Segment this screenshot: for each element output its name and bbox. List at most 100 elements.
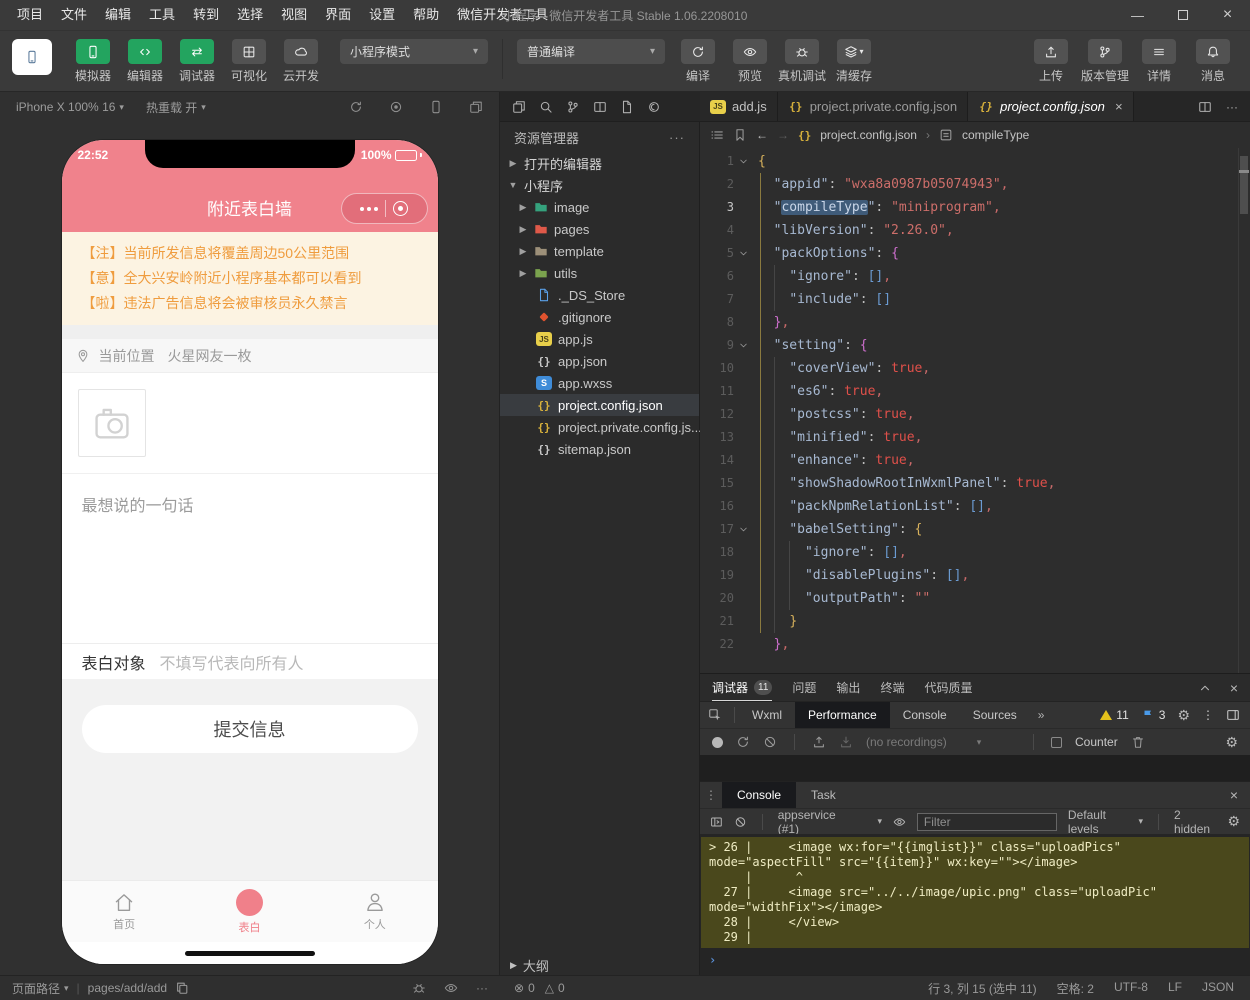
info-counter[interactable]: 3 <box>1141 708 1166 722</box>
tree-file-app.wxss[interactable]: Sapp.wxss <box>500 372 699 394</box>
target-row[interactable]: 表白对象 不填写代表向所有人 <box>62 643 438 679</box>
load-profile-icon[interactable] <box>812 735 826 749</box>
hot-reload-toggle[interactable]: 热重载 开▾ <box>146 99 206 116</box>
clear-console-icon[interactable] <box>734 815 747 829</box>
levels-dropdown[interactable]: Default levels▾ <box>1068 808 1143 836</box>
toolbar-button[interactable]: 编辑器 <box>120 39 170 84</box>
toolbar-button[interactable]: 可视化 <box>224 39 274 84</box>
tree-file-app.js[interactable]: JSapp.js <box>500 328 699 350</box>
debugger-tab-代码质量[interactable]: 代码质量 <box>924 674 972 701</box>
statusbar-item-2[interactable]: UTF-8 <box>1114 980 1148 997</box>
recordings-dropdown[interactable]: (no recordings)▾ <box>866 735 1016 749</box>
debugger-tab-终端[interactable]: 终端 <box>880 674 904 701</box>
devtools-tab-Console[interactable]: Console <box>890 702 960 728</box>
statusbar-item-0[interactable]: 行 3, 列 15 (选中 11) <box>928 980 1036 997</box>
toolbar-right-action[interactable]: 消息 <box>1188 39 1238 84</box>
copy-path-icon[interactable] <box>175 981 189 995</box>
record-button[interactable] <box>712 737 723 748</box>
menu-item-5[interactable]: 选择 <box>228 0 272 30</box>
phone-tab-表白[interactable]: 表白 <box>187 881 312 942</box>
menu-item-7[interactable]: 界面 <box>316 0 360 30</box>
tree-file-sitemap.json[interactable]: {}sitemap.json <box>500 438 699 460</box>
toolbar-right-action[interactable]: 详情 <box>1134 39 1184 84</box>
devtools-settings-icon[interactable]: ⚙ <box>1177 707 1190 724</box>
editor-tab-add.js[interactable]: JSadd.js <box>700 92 778 121</box>
tree-folder-utils[interactable]: ▶utils <box>500 262 699 284</box>
reload-icon[interactable] <box>736 735 750 749</box>
console-prompt-icon[interactable]: › <box>700 948 1250 973</box>
toolbar-action[interactable]: 真机调试 <box>777 39 827 84</box>
inspect-element-icon[interactable] <box>700 708 730 722</box>
code-line-18[interactable]: 18 "ignore": [], <box>700 541 1250 564</box>
more-icon[interactable]: ··· <box>476 981 488 995</box>
code-line-7[interactable]: 7 "include": [] <box>700 288 1250 311</box>
code-line-13[interactable]: 13 "minified": true, <box>700 426 1250 449</box>
rotate-icon[interactable] <box>349 100 363 114</box>
eye-icon[interactable] <box>444 981 458 995</box>
toolbar-button[interactable]: 调试器 <box>172 39 222 84</box>
code-line-9[interactable]: 9 "setting": { <box>700 334 1250 357</box>
source-control-icon[interactable] <box>566 100 580 114</box>
code-line-2[interactable]: 2 "appid": "wxa8a0987b05074943", <box>700 173 1250 196</box>
trash-icon[interactable] <box>1131 735 1145 749</box>
console-sidebar-icon[interactable] <box>710 815 723 829</box>
submit-button[interactable]: 提交信息 <box>82 705 418 753</box>
location-row[interactable]: 当前位置 火星网友一枚 <box>62 339 438 373</box>
code-line-14[interactable]: 14 "enhance": true, <box>700 449 1250 472</box>
tree-file-project.private.config.js...[interactable]: {}project.private.config.js... <box>500 416 699 438</box>
search-icon[interactable] <box>539 100 553 114</box>
more-dots-icon[interactable] <box>360 207 378 211</box>
drawer-menu-icon[interactable]: ⋮ <box>700 788 722 802</box>
code-line-6[interactable]: 6 "ignore": [], <box>700 265 1250 288</box>
phone-frame-icon[interactable] <box>429 100 443 114</box>
opened-editors-section[interactable]: ▶ 打开的编辑器 <box>500 152 699 174</box>
phone-tab-个人[interactable]: 个人 <box>312 881 437 942</box>
close-circle-icon[interactable] <box>393 201 408 216</box>
message-textarea[interactable]: 最想说的一句话 <box>62 473 438 643</box>
close-tab-icon[interactable]: × <box>1115 99 1123 114</box>
counter-checkbox[interactable] <box>1051 737 1062 748</box>
tree-file-project.config.json[interactable]: {}project.config.json <box>500 394 699 416</box>
upload-image-button[interactable] <box>78 389 146 457</box>
console-output[interactable]: > 26 | <image wx:for="{{imglist}}" class… <box>700 834 1250 975</box>
code-line-22[interactable]: 22 }, <box>700 633 1250 656</box>
menu-item-9[interactable]: 帮助 <box>404 0 448 30</box>
code-line-12[interactable]: 12 "postcss": true, <box>700 403 1250 426</box>
mode-dropdown[interactable]: 小程序模式▾ <box>340 39 488 64</box>
close-button[interactable]: × <box>1205 0 1250 30</box>
devtools-tab-Wxml[interactable]: Wxml <box>739 702 795 728</box>
capsule-menu[interactable] <box>341 193 428 224</box>
extensions-icon[interactable] <box>593 100 607 114</box>
toolbar-right-action[interactable]: 上传 <box>1026 39 1076 84</box>
warnings-counter[interactable]: 11 <box>1100 708 1128 722</box>
console-settings-icon[interactable]: ⚙ <box>1227 813 1240 830</box>
collapse-panel-icon[interactable] <box>1198 681 1212 695</box>
performance-settings-icon[interactable]: ⚙ <box>1225 734 1238 751</box>
toolbar-right-action[interactable]: 版本管理 <box>1080 39 1130 84</box>
code-line-5[interactable]: 5 "packOptions": { <box>700 242 1250 265</box>
code-line-21[interactable]: 21 } <box>700 610 1250 633</box>
menu-item-1[interactable]: 文件 <box>52 0 96 30</box>
devtools-tab-Sources[interactable]: Sources <box>960 702 1030 728</box>
code-area[interactable]: 1{2 "appid": "wxa8a0987b05074943",3 "com… <box>700 148 1250 673</box>
tree-file-app.json[interactable]: {}app.json <box>500 350 699 372</box>
toolbar-action[interactable]: ▾清缓存 <box>829 39 879 84</box>
tree-file-.gitignore[interactable]: .gitignore <box>500 306 699 328</box>
code-line-8[interactable]: 8 }, <box>700 311 1250 334</box>
device-selector[interactable]: iPhone X 100% 16▾ <box>16 100 124 114</box>
console-tab-Task[interactable]: Task <box>796 782 851 808</box>
devtools-more-tabs[interactable]: » <box>1030 708 1053 722</box>
statusbar-item-3[interactable]: LF <box>1168 980 1182 997</box>
devtools-menu-icon[interactable]: ⋮ <box>1202 708 1214 722</box>
breadcrumb-symbol[interactable]: compileType <box>962 128 1029 142</box>
files-icon[interactable] <box>512 100 526 114</box>
minimize-button[interactable]: — <box>1115 0 1160 30</box>
file-page-icon[interactable] <box>620 100 634 114</box>
outline-section[interactable]: ▶ 大纲 <box>500 955 699 975</box>
statusbar-item-4[interactable]: JSON <box>1202 980 1234 997</box>
record-icon[interactable] <box>389 100 403 114</box>
menu-item-2[interactable]: 编辑 <box>96 0 140 30</box>
toolbar-action[interactable]: 编译 <box>673 39 723 84</box>
nav-back-icon[interactable]: ← <box>756 128 768 142</box>
project-root-section[interactable]: ▼ 小程序 <box>500 174 699 196</box>
